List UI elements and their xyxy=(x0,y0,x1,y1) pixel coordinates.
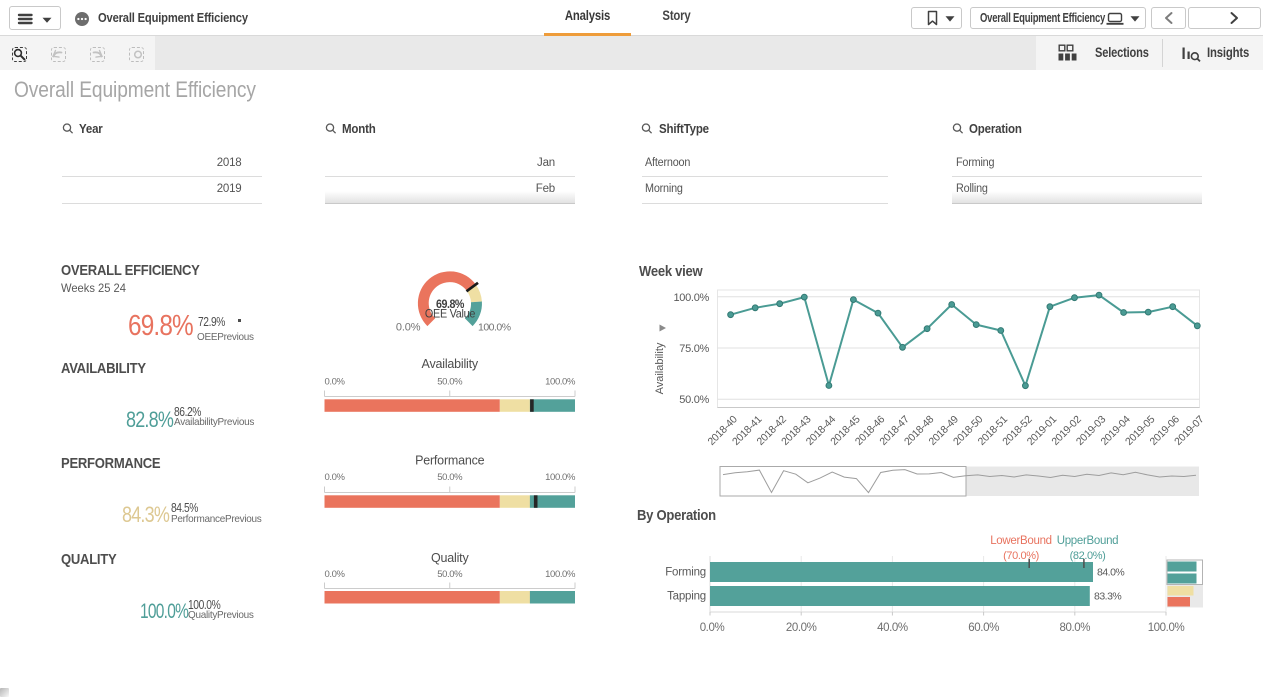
svg-text:OEE Value: OEE Value xyxy=(425,308,475,320)
svg-text:50.0%: 50.0% xyxy=(437,569,463,580)
svg-text:Forming: Forming xyxy=(665,567,706,579)
svg-text:Tapping: Tapping xyxy=(667,591,706,603)
svg-text:0.0%: 0.0% xyxy=(325,472,346,483)
svg-text:Availability: Availability xyxy=(654,342,666,394)
svg-text:0.0%: 0.0% xyxy=(325,377,346,388)
svg-text:Availability: Availability xyxy=(422,357,479,371)
svg-text:Performance: Performance xyxy=(415,454,485,468)
svg-text:20.0%: 20.0% xyxy=(786,622,817,634)
svg-text:UpperBound: UpperBound xyxy=(1057,535,1119,547)
svg-text:(70.0%): (70.0%) xyxy=(1003,550,1039,562)
svg-text:50.0%: 50.0% xyxy=(437,472,463,483)
svg-text:40.0%: 40.0% xyxy=(877,622,908,634)
svg-text:50.0%: 50.0% xyxy=(437,377,463,388)
svg-text:LowerBound: LowerBound xyxy=(990,535,1052,547)
svg-text:0.0%: 0.0% xyxy=(325,569,346,580)
svg-text:100.0%: 100.0% xyxy=(545,377,576,388)
svg-text:100.0%: 100.0% xyxy=(545,472,576,483)
svg-text:100.0%: 100.0% xyxy=(673,292,709,304)
svg-text:50.0%: 50.0% xyxy=(679,394,709,406)
svg-text:83.3%: 83.3% xyxy=(1094,591,1121,603)
svg-text:100.0%: 100.0% xyxy=(545,569,576,580)
svg-text:0.0%: 0.0% xyxy=(700,622,725,634)
svg-text:(82.0%): (82.0%) xyxy=(1070,550,1106,562)
svg-text:60.0%: 60.0% xyxy=(968,622,999,634)
svg-text:0.0%: 0.0% xyxy=(396,322,421,334)
svg-text:80.0%: 80.0% xyxy=(1059,622,1090,634)
svg-text:100.0%: 100.0% xyxy=(1148,622,1185,634)
svg-text:75.0%: 75.0% xyxy=(679,343,709,355)
svg-text:Quality: Quality xyxy=(431,551,469,565)
svg-text:100.0%: 100.0% xyxy=(478,322,511,334)
svg-text:84.0%: 84.0% xyxy=(1097,567,1124,579)
